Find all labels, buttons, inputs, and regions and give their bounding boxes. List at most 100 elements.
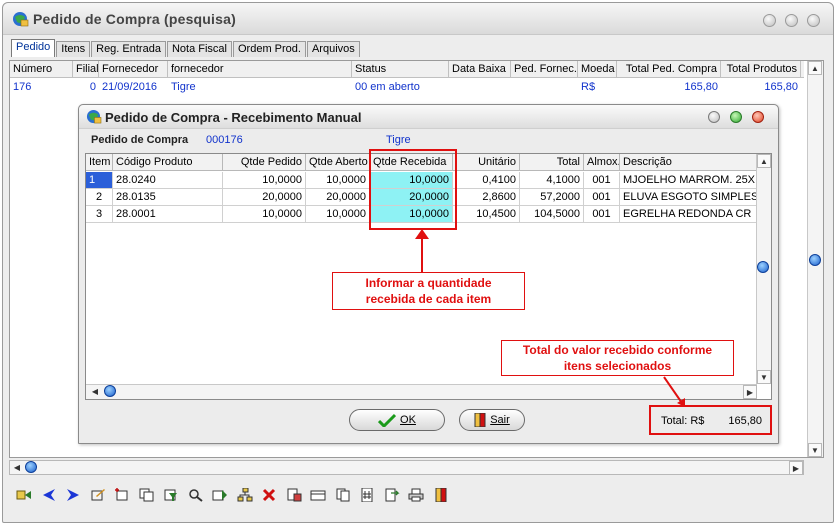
col-almox[interactable]: Almox. bbox=[584, 154, 620, 171]
cell-codigo: 28.0001 bbox=[113, 206, 223, 222]
next-icon[interactable] bbox=[63, 486, 83, 504]
col-moeda[interactable]: Moeda bbox=[578, 61, 617, 78]
scroll-thumb[interactable] bbox=[809, 254, 821, 266]
cell-almox: 001 bbox=[584, 206, 620, 222]
scroll-left-button[interactable]: ◀ bbox=[88, 385, 102, 399]
ok-label: OK bbox=[400, 414, 416, 426]
cell-qtde-pedido: 10,0000 bbox=[223, 172, 306, 188]
tree-icon[interactable] bbox=[235, 486, 255, 504]
col-data-baixa[interactable]: Data Baixa bbox=[449, 61, 511, 78]
scroll-down-button[interactable]: ▼ bbox=[757, 370, 771, 384]
col-ped-fornec[interactable]: Ped. Fornec. bbox=[511, 61, 578, 78]
tab-arquivos[interactable]: Arquivos bbox=[306, 41, 360, 57]
sair-button[interactable]: Sair bbox=[459, 409, 525, 431]
col-total-ped[interactable]: Total Ped. Compra bbox=[617, 61, 721, 78]
callout-total-line2: itens selecionados bbox=[563, 359, 672, 373]
col-qtde-aberto[interactable]: Qtde Aberto bbox=[306, 154, 370, 171]
table-row[interactable]: 176 0 21/09/2016 Tigre 00 em aberto R$ 1… bbox=[10, 79, 804, 95]
maximize-button[interactable] bbox=[785, 14, 798, 27]
items-horizontal-scrollbar[interactable]: ◀ ▶ bbox=[86, 384, 757, 399]
card-icon[interactable] bbox=[308, 486, 328, 504]
orders-vertical-scrollbar[interactable]: ▲ ▼ bbox=[807, 61, 823, 457]
col-fornecedor-code[interactable]: Fornecedor bbox=[99, 61, 168, 78]
tab-nota-fiscal[interactable]: Nota Fiscal bbox=[166, 41, 232, 57]
insert-icon[interactable] bbox=[112, 486, 132, 504]
col-filial[interactable]: Filial bbox=[73, 61, 99, 78]
scroll-thumb[interactable] bbox=[757, 261, 769, 273]
col-total[interactable]: Total bbox=[520, 154, 584, 171]
h-scroll-thumb[interactable] bbox=[25, 461, 37, 473]
delete-icon[interactable] bbox=[259, 486, 279, 504]
col-numero[interactable]: Número bbox=[10, 61, 73, 78]
scroll-up-button[interactable]: ▲ bbox=[757, 154, 771, 168]
items-vertical-scrollbar[interactable]: ▲ ▼ bbox=[756, 154, 771, 384]
cell-almox: 001 bbox=[584, 172, 620, 188]
scroll-right-button[interactable]: ▶ bbox=[743, 385, 757, 399]
close-door-icon[interactable] bbox=[431, 486, 451, 504]
dialog-minimize-button[interactable] bbox=[708, 111, 720, 123]
orders-horizontal-scrollbar[interactable]: ◀ ▶ bbox=[9, 460, 804, 475]
exit-icon[interactable] bbox=[14, 486, 34, 504]
scroll-right-button[interactable]: ▶ bbox=[789, 461, 803, 475]
callout-total-line1: Total do valor recebido conforme bbox=[522, 343, 713, 357]
check-icon bbox=[378, 413, 397, 427]
app-icon bbox=[13, 12, 29, 27]
pedido-number: 000176 bbox=[206, 134, 243, 146]
qtde-recebida-highlight bbox=[369, 149, 457, 230]
close-button[interactable] bbox=[807, 14, 820, 27]
tab-ordem-prod[interactable]: Ordem Prod. bbox=[232, 41, 306, 57]
total-label: Total: R$ bbox=[661, 415, 705, 427]
scroll-down-button[interactable]: ▼ bbox=[808, 443, 822, 457]
cell-descricao: EGRELHA REDONDA CR bbox=[623, 208, 752, 220]
total-value: 165,80 bbox=[728, 415, 762, 427]
import-icon[interactable] bbox=[382, 486, 402, 504]
tab-itens[interactable]: Itens bbox=[56, 41, 91, 57]
dialog-close-button[interactable] bbox=[752, 111, 764, 123]
callout-qtde-line1: Informar a quantidade bbox=[365, 276, 492, 290]
sair-label: Sair bbox=[490, 414, 510, 426]
col-item[interactable]: Item bbox=[86, 154, 113, 171]
scroll-up-button[interactable]: ▲ bbox=[808, 61, 822, 75]
col-descricao[interactable]: Descrição bbox=[620, 154, 757, 171]
documents-icon[interactable] bbox=[333, 486, 353, 504]
col-qtde-pedido[interactable]: Qtde Pedido bbox=[223, 154, 306, 171]
col-total-prod[interactable]: Total Produtos bbox=[721, 61, 801, 78]
minimize-button[interactable] bbox=[763, 14, 776, 27]
total-box: Total: R$ 165,80 bbox=[649, 405, 772, 435]
filter-icon[interactable] bbox=[161, 486, 181, 504]
tab-pedido[interactable]: Pedido bbox=[11, 39, 56, 57]
col-fornecedor[interactable]: fornecedor bbox=[168, 61, 352, 78]
cell-qtde-aberto: 20,0000 bbox=[306, 189, 370, 205]
cell-total: 104,5000 bbox=[520, 206, 584, 222]
main-title-bar: Pedido de Compra (pesquisa) bbox=[3, 3, 833, 35]
cell-total-ped: 165,80 bbox=[684, 81, 718, 93]
cell-status: 00 em aberto bbox=[355, 81, 420, 93]
copy-icon[interactable] bbox=[137, 486, 157, 504]
scroll-left-button[interactable]: ◀ bbox=[10, 461, 24, 475]
print-preview-icon[interactable] bbox=[284, 486, 304, 504]
cell-fornecedor: Tigre bbox=[171, 81, 196, 93]
dialog-maximize-button[interactable] bbox=[730, 111, 742, 123]
printer-icon[interactable] bbox=[406, 486, 426, 504]
col-unitario[interactable]: Unitário bbox=[453, 154, 520, 171]
fornecedor-name: Tigre bbox=[386, 134, 411, 146]
callout-qtde-recebida: Informar a quantidade recebida de cada i… bbox=[332, 272, 525, 310]
cell-qtde-pedido: 20,0000 bbox=[223, 189, 306, 205]
ok-button[interactable]: OK bbox=[349, 409, 445, 431]
select-icon[interactable] bbox=[210, 486, 230, 504]
main-window-title: Pedido de Compra (pesquisa) bbox=[33, 11, 236, 27]
search-icon[interactable] bbox=[186, 486, 206, 504]
main-tabs: Pedido Itens Reg. Entrada Nota Fiscal Or… bbox=[11, 39, 361, 57]
col-status[interactable]: Status bbox=[352, 61, 449, 78]
previous-icon[interactable] bbox=[39, 486, 59, 504]
edit-icon[interactable] bbox=[88, 486, 108, 504]
callout-total: Total do valor recebido conforme itens s… bbox=[501, 340, 734, 376]
pedido-label: Pedido de Compra bbox=[91, 134, 189, 146]
tab-reg-entrada[interactable]: Reg. Entrada bbox=[91, 41, 166, 57]
col-codigo[interactable]: Código Produto bbox=[113, 154, 223, 171]
h-scroll-thumb[interactable] bbox=[104, 385, 116, 397]
calculator-icon[interactable] bbox=[357, 486, 377, 504]
arrow-total-icon bbox=[663, 376, 685, 407]
orders-grid-header: Número Filial Fornecedor fornecedor Stat… bbox=[10, 61, 804, 78]
cell-qtde-pedido: 10,0000 bbox=[223, 206, 306, 222]
